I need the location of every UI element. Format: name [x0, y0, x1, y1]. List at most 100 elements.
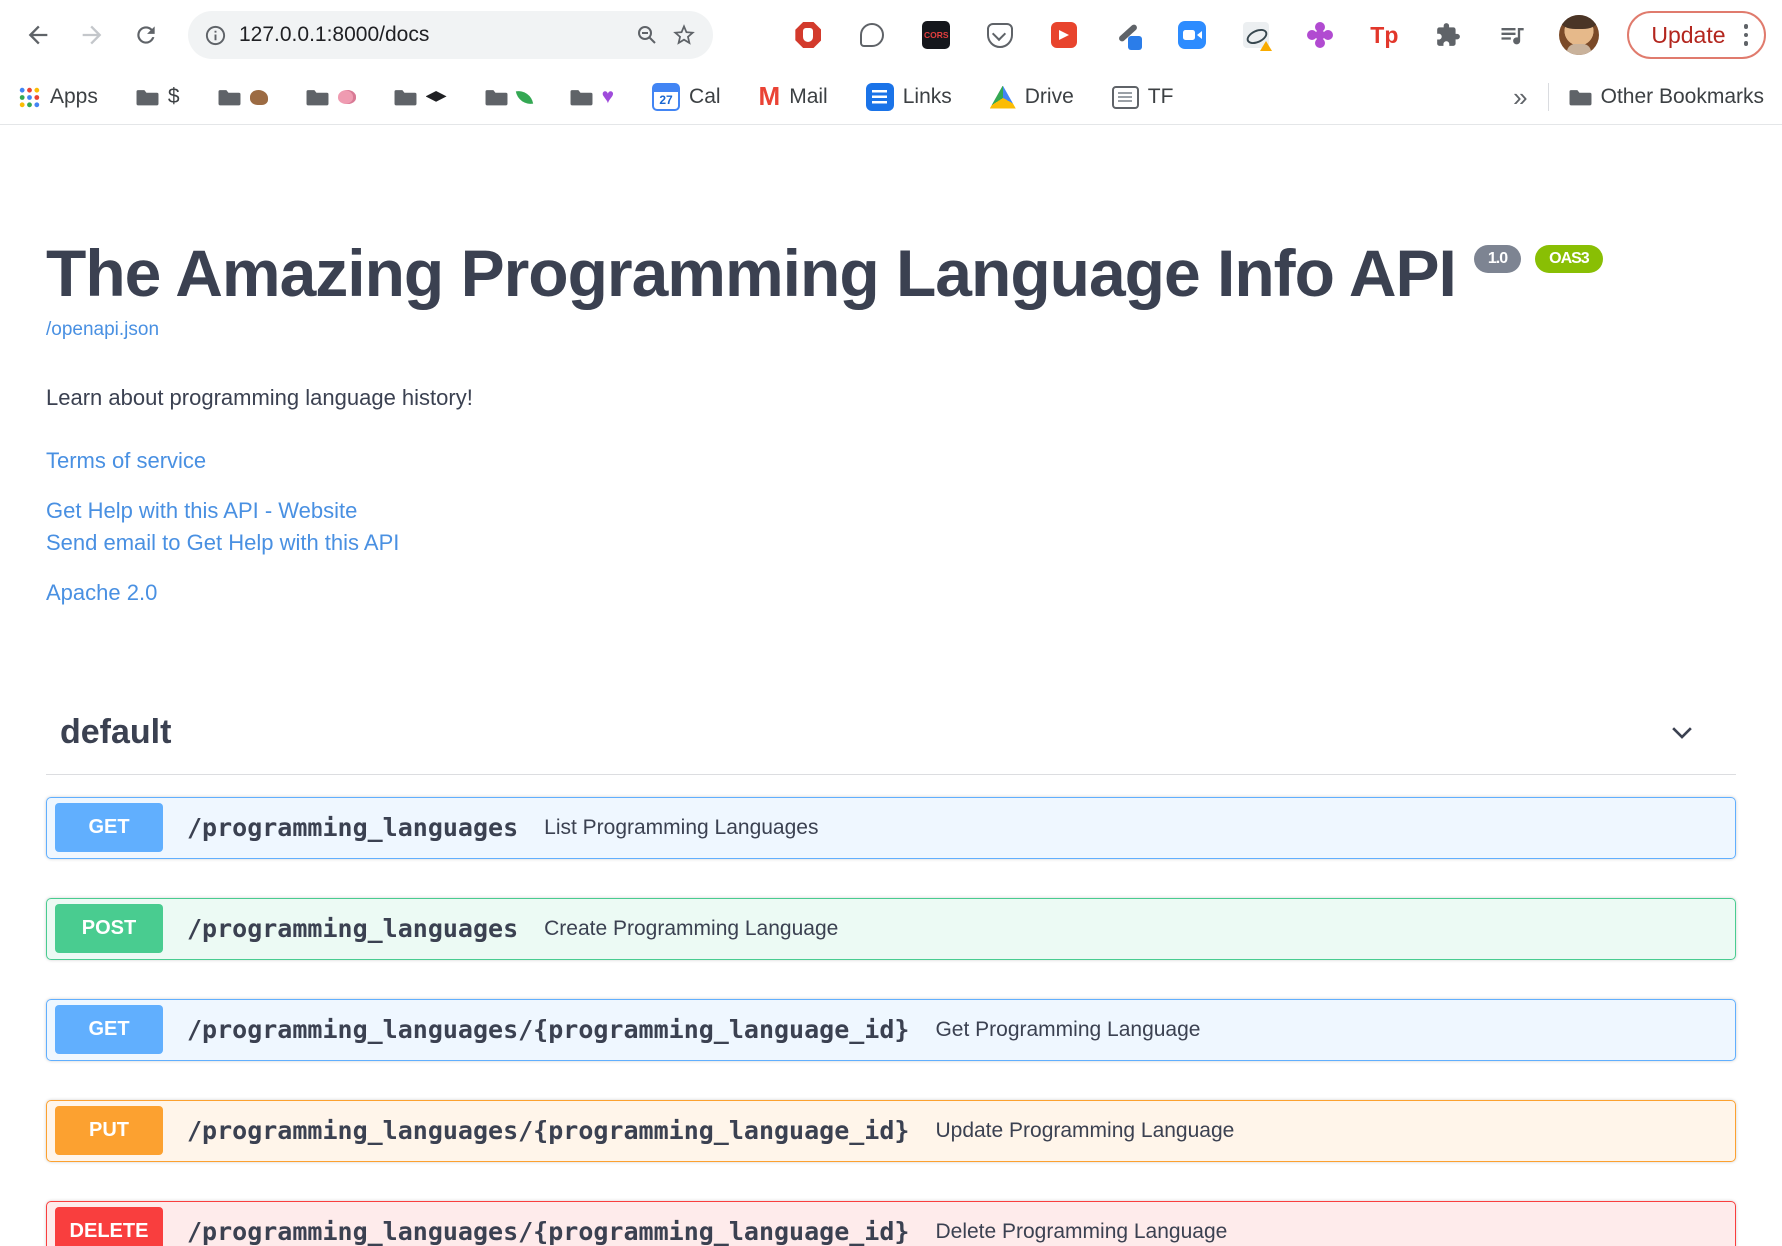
links-icon [865, 83, 894, 111]
section-title: default [60, 712, 172, 751]
seedling-emoji-icon [515, 88, 533, 106]
atom-warning-extension-icon[interactable] [1241, 20, 1273, 51]
brain-emoji-icon [337, 90, 356, 104]
endpoint-row-post-create[interactable]: POST /programming_languages Create Progr… [46, 897, 1736, 960]
bookmark-star-icon[interactable] [671, 22, 697, 48]
update-button[interactable]: Update [1627, 11, 1766, 59]
graduation-cap-emoji-icon [425, 91, 447, 102]
endpoint-path: /programming_languages [187, 813, 519, 843]
bookmark-links[interactable]: Links [865, 83, 952, 111]
endpoint-summary: Delete Programming Language [935, 1219, 1228, 1243]
apps-label: Apps [50, 85, 98, 108]
oas3-badge: OAS3 [1535, 245, 1603, 273]
tp-extension-icon[interactable]: Tp [1369, 20, 1399, 50]
method-badge: DELETE [55, 1207, 163, 1246]
bookmark-calendar[interactable]: 27 Cal [652, 83, 721, 111]
address-bar[interactable]: 127.0.0.1:8000/docs [188, 11, 713, 59]
bookmarks-right-group: » Other Bookmarks [1513, 82, 1764, 113]
folder-icon [394, 89, 417, 105]
profile-avatar[interactable] [1559, 15, 1600, 55]
endpoint-path: /programming_languages [187, 914, 519, 944]
browser-toolbar: 127.0.0.1:8000/docs CORS Tp Update [0, 0, 1782, 70]
api-info-section: The Amazing Programming Language Info AP… [46, 235, 1736, 609]
endpoint-row-put-update[interactable]: PUT /programming_languages/{programming_… [46, 1099, 1736, 1162]
endpoint-path: /programming_languages/{programming_lang… [187, 1217, 910, 1246]
method-badge: GET [55, 1005, 163, 1055]
terms-of-service-link[interactable]: Terms of service [46, 445, 206, 477]
bookmark-folder-horse[interactable] [218, 88, 268, 107]
page-title-row: The Amazing Programming Language Info AP… [46, 235, 1736, 311]
gmail-icon [759, 83, 781, 111]
links-label: Links [902, 85, 952, 108]
folder-icon [218, 89, 241, 105]
apps-shortcut[interactable]: Apps [18, 85, 98, 109]
pocket-extension-icon[interactable] [985, 20, 1015, 50]
bookmark-folder-graduation[interactable] [394, 88, 447, 107]
endpoint-summary: Get Programming Language [935, 1017, 1201, 1041]
zoom-out-icon[interactable] [635, 23, 659, 47]
endpoint-summary: Update Programming Language [935, 1118, 1235, 1142]
cors-extension-icon[interactable]: CORS [921, 20, 951, 50]
site-info-icon[interactable] [204, 24, 227, 47]
page-title: The Amazing Programming Language Info AP… [46, 236, 1457, 310]
bookmark-drive[interactable]: Drive [989, 85, 1074, 109]
endpoint-path: /programming_languages/{programming_lang… [187, 1015, 910, 1045]
bookmark-gmail[interactable]: Mail [759, 83, 828, 111]
method-badge: GET [55, 803, 163, 853]
bookmarks-overflow-chevron[interactable]: » [1513, 82, 1527, 113]
cors-badge-text: CORS [922, 21, 951, 49]
flower-extension-icon[interactable] [1305, 20, 1335, 50]
api-links: Terms of service Get Help with this API … [46, 445, 1736, 609]
endpoint-summary: List Programming Languages [544, 815, 819, 839]
drive-icon [989, 85, 1016, 109]
reload-icon [137, 26, 155, 44]
endpoint-path: /programming_languages/{programming_lang… [187, 1116, 910, 1146]
version-badge: 1.0 [1473, 245, 1522, 273]
media-queue-icon[interactable] [1497, 20, 1527, 50]
forward-arrow-extension-icon[interactable] [1049, 20, 1079, 50]
url-text: 127.0.0.1:8000/docs [239, 23, 430, 46]
chat-bubble-extension-icon[interactable] [857, 20, 887, 50]
swagger-page: The Amazing Programming Language Info AP… [0, 235, 1782, 1246]
drive-label: Drive [1024, 85, 1074, 108]
forward-button[interactable] [70, 13, 114, 57]
title-badges: 1.0 OAS3 [1473, 245, 1603, 273]
bookmark-folder-plant[interactable] [485, 88, 533, 107]
puzzle-extensions-icon[interactable] [1433, 20, 1463, 50]
method-badge: PUT [55, 1106, 163, 1156]
spreadsheet-icon [1111, 85, 1139, 109]
chevron-down-icon[interactable] [1670, 720, 1694, 744]
endpoint-list: GET /programming_languages List Programm… [46, 796, 1736, 1246]
bookmark-folder-brain[interactable] [306, 88, 356, 107]
tp-badge-text: Tp [1370, 21, 1399, 48]
endpoint-summary: Create Programming Language [544, 916, 839, 940]
back-button[interactable] [16, 13, 60, 57]
openapi-spec-link[interactable]: /openapi.json [46, 319, 159, 341]
color-picker-extension-icon[interactable] [1113, 20, 1143, 50]
tag-section-default[interactable]: default [46, 713, 1736, 775]
bookmark-folder-dollar[interactable]: $ [136, 85, 180, 109]
other-bookmarks[interactable]: Other Bookmarks [1569, 85, 1764, 109]
endpoint-row-get-one[interactable]: GET /programming_languages/{programming_… [46, 998, 1736, 1061]
reload-button[interactable] [124, 13, 168, 57]
folder-icon [1569, 89, 1592, 105]
endpoint-row-delete[interactable]: DELETE /programming_languages/{programmi… [46, 1200, 1736, 1246]
bookmarks-bar: Apps $ 27 Cal Mail Links Drive [0, 70, 1782, 125]
bookmark-folder-heart[interactable] [570, 85, 614, 109]
license-link[interactable]: Apache 2.0 [46, 577, 157, 609]
website-help-link[interactable]: Get Help with this API - Website [46, 495, 357, 527]
dollar-label: $ [167, 85, 180, 108]
browser-menu-kebab-icon[interactable] [1740, 20, 1753, 50]
horse-emoji-icon [249, 89, 268, 105]
email-help-link[interactable]: Send email to Get Help with this API [46, 527, 399, 559]
zoom-extension-icon[interactable] [1177, 20, 1207, 50]
folder-icon [306, 89, 329, 105]
folder-icon [136, 89, 159, 105]
apps-grid-icon [19, 87, 40, 107]
endpoint-row-get-list[interactable]: GET /programming_languages List Programm… [46, 796, 1736, 859]
stop-hand-extension-icon[interactable] [793, 20, 823, 50]
bookmark-tf[interactable]: TF [1111, 85, 1174, 109]
update-label: Update [1651, 21, 1726, 48]
tf-label: TF [1147, 85, 1174, 108]
method-badge: POST [55, 904, 163, 954]
